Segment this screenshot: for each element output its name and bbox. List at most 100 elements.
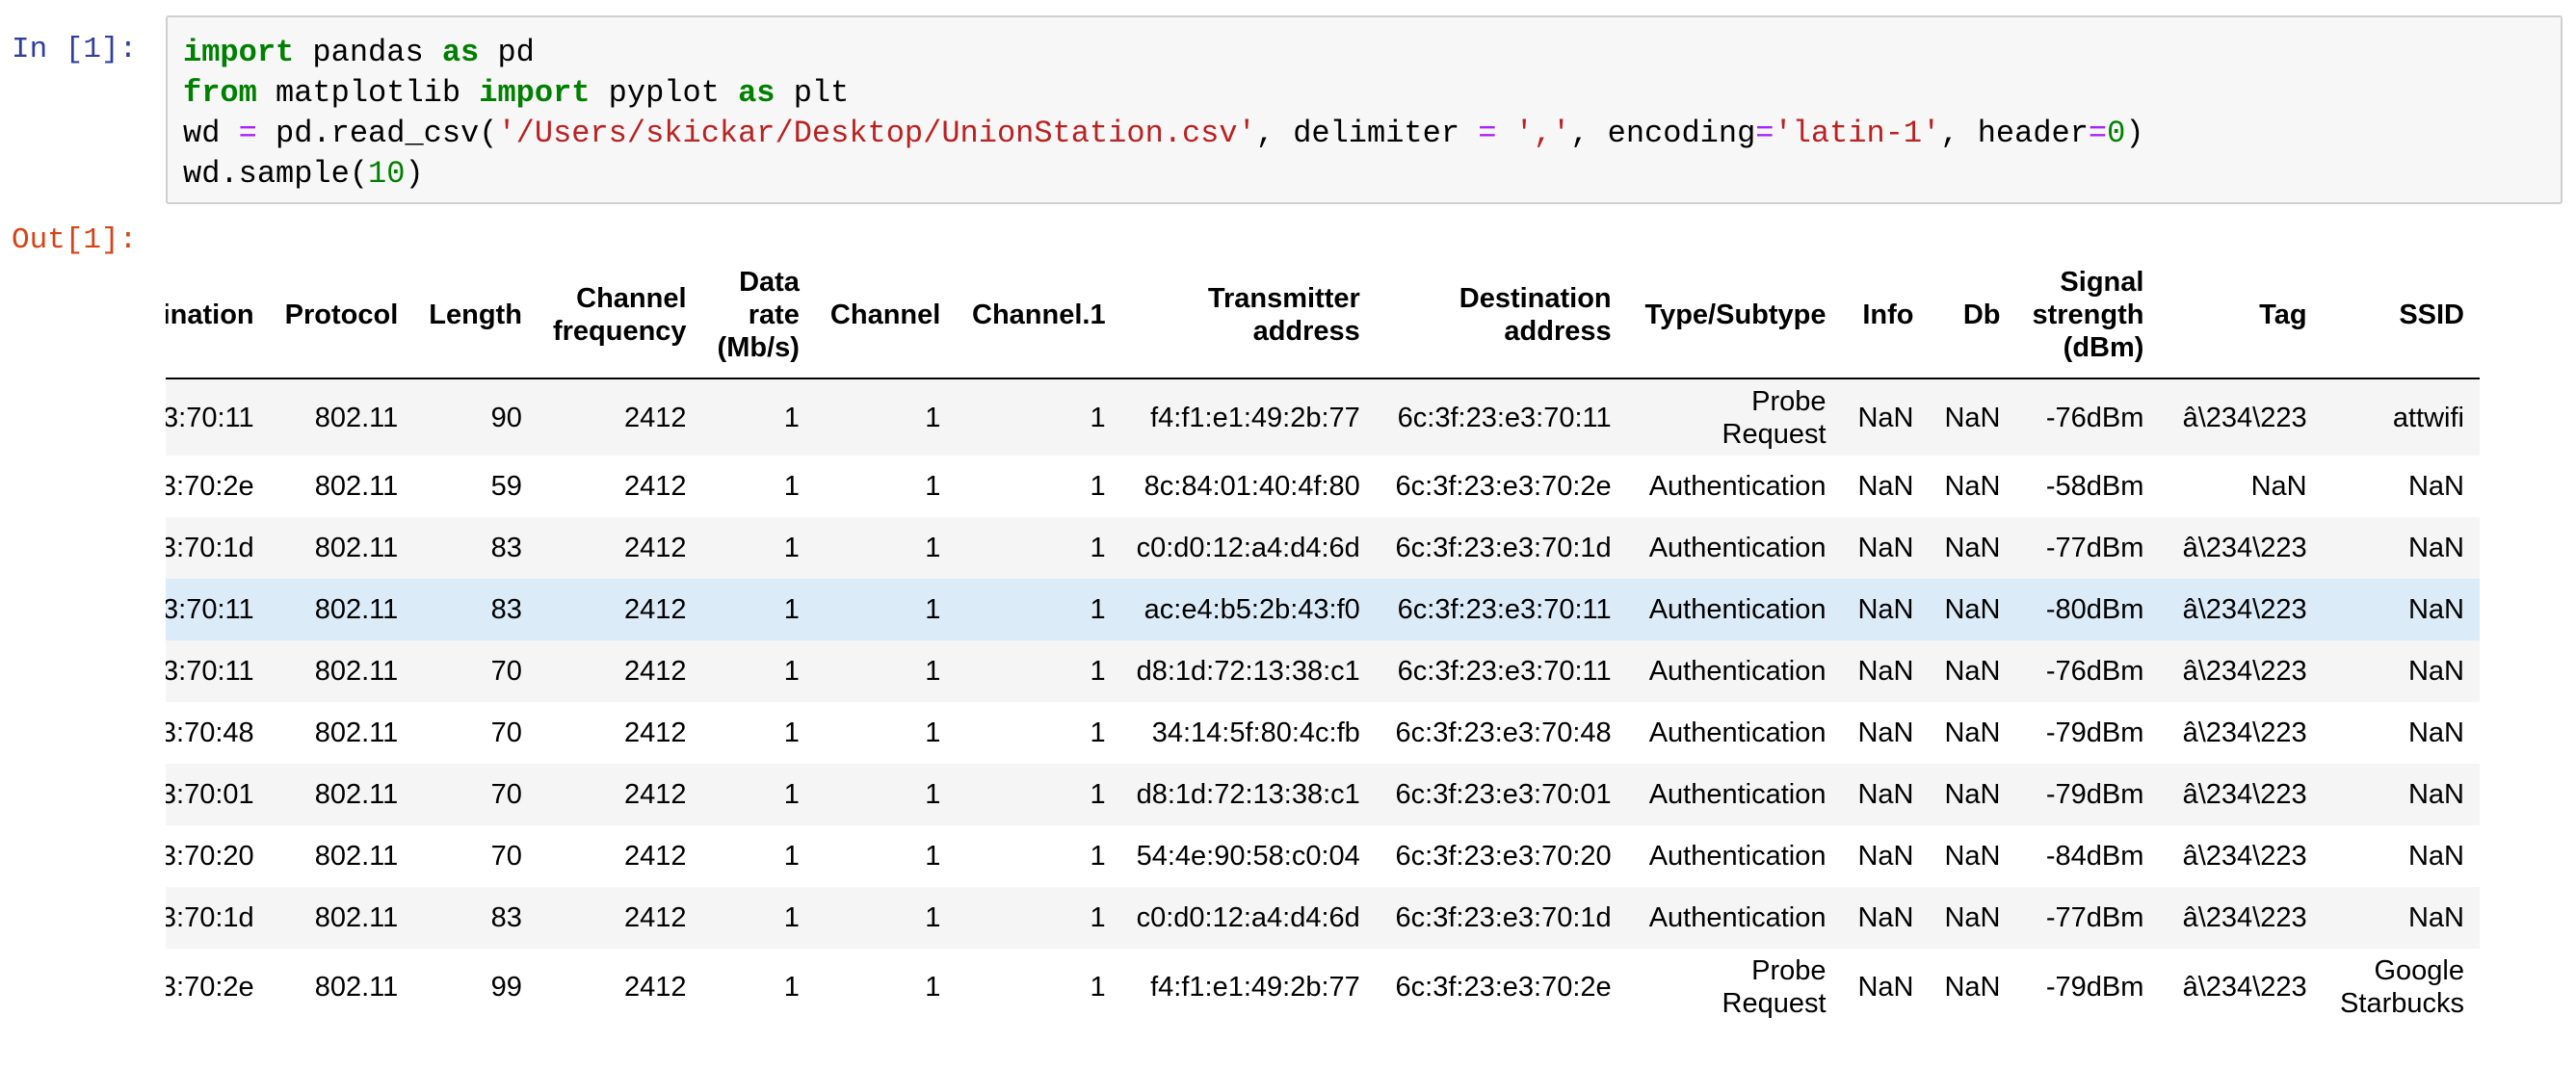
- table-row[interactable]: :3:e3:70:1d802.11832412111c0:d0:12:a4:d4…: [166, 517, 2480, 579]
- cell-channel-frequency: 2412: [538, 764, 702, 825]
- header-line: Data: [739, 267, 800, 298]
- cell-channel-frequency: 2412: [538, 579, 702, 640]
- header-channel: Channel: [815, 252, 956, 378]
- cell-channel-frequency: 2412: [538, 378, 702, 456]
- cell-destination-address: 6c:3f:23:e3:70:2e: [1376, 949, 1627, 1026]
- cell-channel1: 1: [956, 887, 1120, 949]
- code-token: 0: [2107, 116, 2125, 151]
- header-line: Destination: [1459, 283, 1612, 314]
- table-row[interactable]: :3:e3:70:11802.11832412111ac:e4:b5:2b:43…: [166, 579, 2480, 640]
- header-line: address: [1504, 316, 1611, 347]
- cell-data-rate: 1: [702, 887, 815, 949]
- code-token: plt: [775, 75, 850, 111]
- cell-destination-address: 6c:3f:23:e3:70:20: [1376, 825, 1627, 887]
- cell-tag: â\234\223: [2159, 887, 2322, 949]
- cell-tag: â\234\223: [2159, 517, 2322, 579]
- code-token: pyplot: [590, 75, 738, 111]
- header-channel1: Channel.1: [956, 252, 1120, 378]
- cell-line: Authentication: [1649, 841, 1827, 872]
- cell-transmitter-address: 54:4e:90:58:c0:04: [1121, 825, 1376, 887]
- code-token: , encoding: [1570, 116, 1755, 151]
- code-token: pd.read_csv(: [257, 116, 498, 151]
- table-row[interactable]: :3:e3:70:2e802.115924121118c:84:01:40:4f…: [166, 456, 2480, 517]
- cell-db: NaN: [1929, 702, 2015, 764]
- table-row[interactable]: :3:e3:70:20802.1170241211154:4e:90:58:c0…: [166, 825, 2480, 887]
- cell-transmitter-address: 34:14:5f:80:4c:fb: [1121, 702, 1376, 764]
- cell-data-rate: 1: [702, 949, 815, 1026]
- cell-line: Authentication: [1649, 779, 1827, 810]
- cell-data-rate: 1: [702, 825, 815, 887]
- cell-tag: â\234\223: [2159, 949, 2322, 1026]
- cell-transmitter-address: ac:e4:b5:2b:43:f0: [1121, 579, 1376, 640]
- cell-transmitter-address: d8:1d:72:13:38:c1: [1121, 764, 1376, 825]
- code-cell[interactable]: import pandas as pd from matplotlib impo…: [166, 15, 2563, 204]
- cell-destination: :3:e3:70:1d: [166, 887, 270, 949]
- cell-protocol: 802.11: [270, 579, 414, 640]
- code-editor[interactable]: import pandas as pd from matplotlib impo…: [183, 33, 2144, 195]
- cell-data-rate: 1: [702, 764, 815, 825]
- header-destination-address: Destinationaddress: [1376, 252, 1627, 378]
- header-data-rate: Datarate(Mb/s): [702, 252, 815, 378]
- code-token: wd.sample(: [183, 156, 368, 192]
- cell-info: NaN: [1842, 579, 1930, 640]
- header-line: (Mb/s): [718, 332, 800, 363]
- cell-info: NaN: [1842, 764, 1930, 825]
- code-token: , delimiter: [1256, 116, 1478, 151]
- code-token: ): [2125, 116, 2143, 151]
- header-row: estination Protocol Length Channelfreque…: [166, 252, 2480, 378]
- code-token: 'latin-1': [1774, 116, 1940, 151]
- table-row[interactable]: :3:e3:70:01802.11702412111d8:1d:72:13:38…: [166, 764, 2480, 825]
- cell-info: NaN: [1842, 640, 1930, 702]
- cell-line: Probe: [1751, 955, 1826, 986]
- cell-line: NaN: [2408, 902, 2464, 933]
- table-row[interactable]: :3:e3:70:11802.11702412111d8:1d:72:13:38…: [166, 640, 2480, 702]
- cell-length: 83: [413, 887, 538, 949]
- code-token: import: [183, 35, 294, 70]
- header-transmitter-address: Transmitteraddress: [1121, 252, 1376, 378]
- header-length: Length: [413, 252, 538, 378]
- cell-tag: â\234\223: [2159, 640, 2322, 702]
- cell-type-subtype: Authentication: [1627, 764, 1842, 825]
- cell-signal-strength: -79dBm: [2015, 764, 2159, 825]
- cell-line: NaN: [2408, 533, 2464, 563]
- cell-line: attwifi: [2393, 403, 2464, 433]
- cell-tag: â\234\223: [2159, 378, 2322, 456]
- table-body: :3:e3:70:11802.11902412111f4:f1:e1:49:2b…: [166, 378, 2480, 1026]
- cell-ssid: NaN: [2323, 764, 2480, 825]
- cell-info: NaN: [1842, 517, 1930, 579]
- cell-destination: :3:e3:70:11: [166, 378, 270, 456]
- cell-protocol: 802.11: [270, 949, 414, 1026]
- cell-ssid: NaN: [2323, 887, 2480, 949]
- table-row[interactable]: :3:e3:70:1d802.11832412111c0:d0:12:a4:d4…: [166, 887, 2480, 949]
- header-line: frequency: [553, 316, 687, 347]
- cell-channel1: 1: [956, 764, 1120, 825]
- header-line: rate: [749, 300, 800, 330]
- cell-length: 59: [413, 456, 538, 517]
- code-token: =: [1478, 116, 1496, 151]
- table-row[interactable]: :3:e3:70:48802.1170241211134:14:5f:80:4c…: [166, 702, 2480, 764]
- cell-line: Authentication: [1649, 656, 1827, 687]
- cell-data-rate: 1: [702, 517, 815, 579]
- output-area[interactable]: estination Protocol Length Channelfreque…: [166, 252, 2566, 1069]
- cell-type-subtype: ProbeRequest: [1627, 378, 1842, 456]
- code-token: 10: [368, 156, 405, 192]
- header-line: Channel: [576, 283, 686, 314]
- cell-protocol: 802.11: [270, 517, 414, 579]
- table-row[interactable]: :3:e3:70:11802.11902412111f4:f1:e1:49:2b…: [166, 378, 2480, 456]
- cell-db: NaN: [1929, 887, 2015, 949]
- cell-signal-strength: -79dBm: [2015, 949, 2159, 1026]
- cell-destination: :3:e3:70:48: [166, 702, 270, 764]
- cell-transmitter-address: f4:f1:e1:49:2b:77: [1121, 378, 1376, 456]
- cell-destination-address: 6c:3f:23:e3:70:11: [1376, 378, 1627, 456]
- cell-line: NaN: [2408, 779, 2464, 810]
- table-row[interactable]: :3:e3:70:2e802.11992412111f4:f1:e1:49:2b…: [166, 949, 2480, 1026]
- cell-db: NaN: [1929, 949, 2015, 1026]
- cell-channel1: 1: [956, 825, 1120, 887]
- cell-protocol: 802.11: [270, 640, 414, 702]
- cell-line: NaN: [2408, 594, 2464, 625]
- cell-tag: â\234\223: [2159, 764, 2322, 825]
- cell-line: NaN: [2408, 717, 2464, 748]
- cell-destination: :3:e3:70:1d: [166, 517, 270, 579]
- cell-info: NaN: [1842, 949, 1930, 1026]
- header-line: address: [1253, 316, 1360, 347]
